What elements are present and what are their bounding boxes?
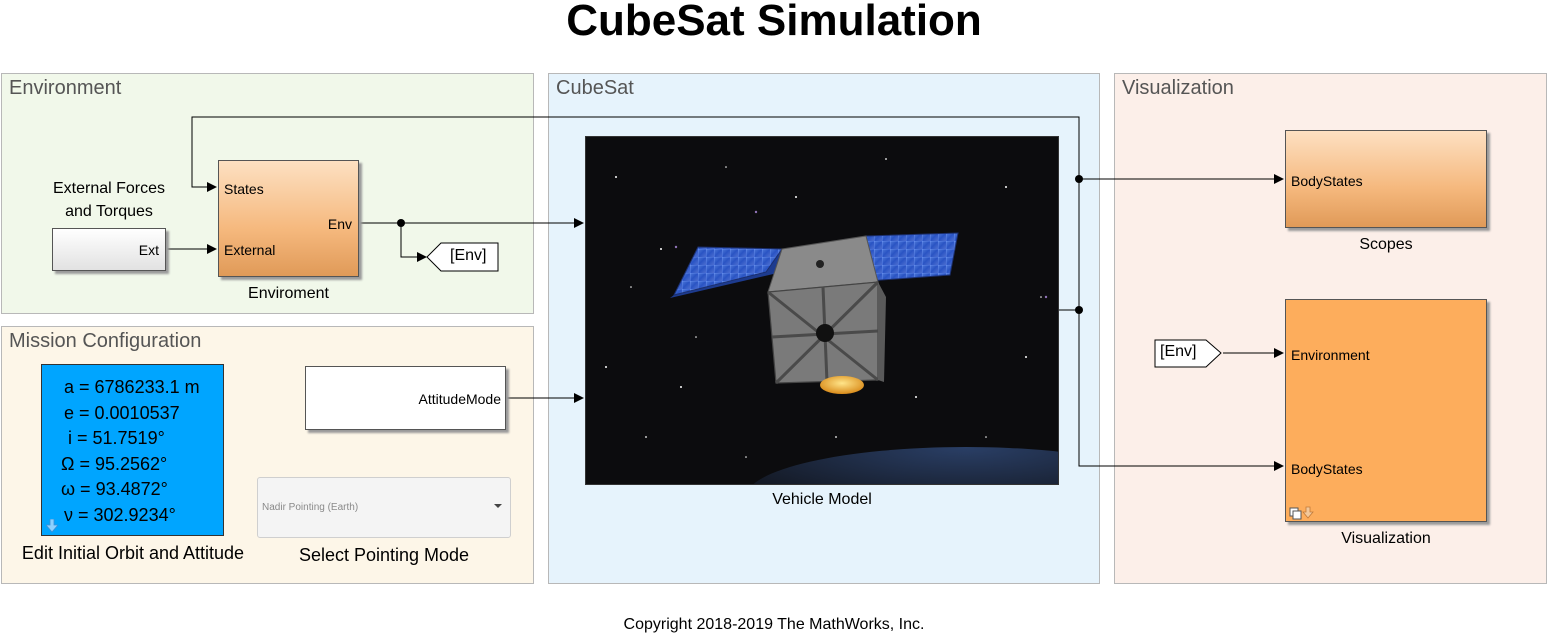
pointing-mode-dropdown[interactable]: Nadir Pointing (Earth) <box>257 477 511 538</box>
pointing-mode-value: Nadir Pointing (Earth) <box>262 502 359 513</box>
env-port-label: Env <box>327 216 352 232</box>
external-forces-caption: External Forces and Torques <box>52 180 166 220</box>
visualization-caption: Visualization <box>1341 530 1431 547</box>
orbit-parameters-block[interactable]: a = 6786233.1 m e = 0.0010537 i = 51.751… <box>41 364 224 536</box>
visualization-block[interactable]: Environment BodyStates <box>1285 299 1487 522</box>
scopes-bodystates-port: BodyStates <box>1291 173 1363 189</box>
orbit-nu: ν = 302.9234° <box>64 505 176 525</box>
dropdown-caption: Select Pointing Mode <box>298 545 470 565</box>
from-env-tag[interactable]: [Env] <box>1160 343 1196 361</box>
orbit-block-caption: Edit Initial Orbit and Attitude <box>21 543 245 563</box>
environment-block[interactable]: States External Env <box>218 160 359 277</box>
vehicle-model-caption: Vehicle Model <box>772 491 872 508</box>
bodystates-port-label: BodyStates <box>1291 461 1363 477</box>
orbit-a: a = 6786233.1 m <box>64 377 200 397</box>
attitude-mode-block[interactable]: AttitudeMode <box>305 366 506 430</box>
vehicle-scopes-wire <box>1078 174 1284 310</box>
scopes-caption: Scopes <box>1359 236 1413 253</box>
external-forces-block[interactable]: Ext <box>52 228 166 271</box>
env-goto-wire <box>400 223 427 262</box>
attitude-mode-port-label: AttitudeMode <box>418 391 502 407</box>
cubesat-scene-image <box>605 158 1058 484</box>
states-port-label: States <box>224 181 264 197</box>
environment-block-caption: Enviroment <box>248 285 329 302</box>
copyright-text: Copyright 2018-2019 The MathWorks, Inc. <box>623 616 925 633</box>
orbit-raan: Ω = 95.2562° <box>61 454 168 474</box>
orbit-e: e = 0.0010537 <box>64 403 180 423</box>
environment-port-label: Environment <box>1291 347 1370 363</box>
orbit-i: i = 51.7519° <box>68 428 165 448</box>
external-port-label: External <box>224 242 276 258</box>
scopes-block[interactable]: BodyStates <box>1285 130 1487 228</box>
download-arrow-icon <box>46 519 58 533</box>
subsystem-link-icon <box>1289 506 1314 520</box>
orbit-argp: ω = 93.4872° <box>61 479 168 499</box>
vehicle-model-block[interactable] <box>585 136 1059 485</box>
goto-env-tag[interactable]: [Env] <box>450 247 486 265</box>
vehicle-out-wire <box>1059 309 1284 471</box>
ext-port-label: Ext <box>138 242 159 258</box>
chevron-down-icon <box>494 504 502 508</box>
